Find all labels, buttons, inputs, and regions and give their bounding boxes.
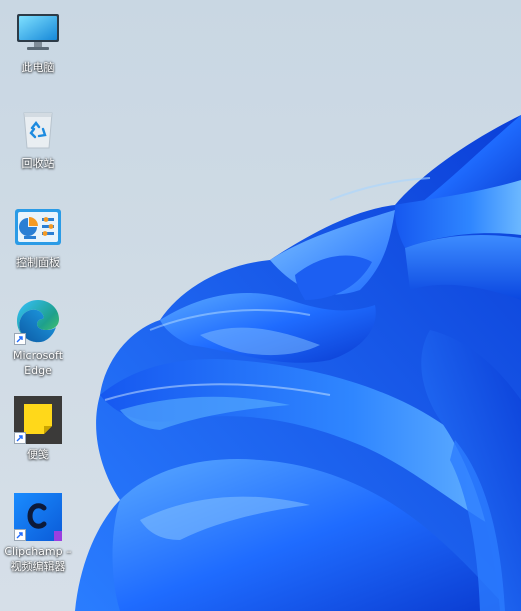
shortcut-arrow-icon (14, 333, 26, 345)
desktop-icon-recycle-bin[interactable]: 回收站 (0, 104, 76, 171)
edge-icon (13, 296, 63, 346)
desktop-icon-label: 控制面板 (16, 256, 60, 269)
desktop-icon-sticky-notes[interactable]: 便笺 (0, 395, 76, 462)
desktop-icon-this-pc[interactable]: 此电脑 (0, 8, 76, 75)
recycle-bin-icon (13, 104, 63, 154)
desktop-icon-label: 便笺 (27, 448, 49, 461)
desktop-icon-control-panel[interactable]: 控制面板 (0, 203, 76, 270)
desktop[interactable]: 此电脑 回收站 控制面板 Microsoft Edge 便笺 Clipchamp… (0, 0, 521, 611)
wallpaper-bloom-image (75, 115, 521, 611)
sticky-notes-icon (13, 395, 63, 445)
monitor-icon (13, 8, 63, 58)
shortcut-arrow-icon (14, 529, 26, 541)
desktop-icon-clipchamp[interactable]: Clipchamp – 视频编辑器 (0, 492, 76, 574)
desktop-icon-label: 此电脑 (21, 61, 55, 74)
desktop-icon-label: Microsoft Edge (12, 349, 64, 377)
control-panel-icon (13, 203, 63, 253)
desktop-icon-label: 回收站 (21, 157, 55, 170)
clipchamp-icon (13, 492, 63, 542)
desktop-icon-microsoft-edge[interactable]: Microsoft Edge (0, 296, 76, 378)
desktop-icon-label: Clipchamp – 视频编辑器 (4, 545, 72, 573)
shortcut-arrow-icon (14, 432, 26, 444)
